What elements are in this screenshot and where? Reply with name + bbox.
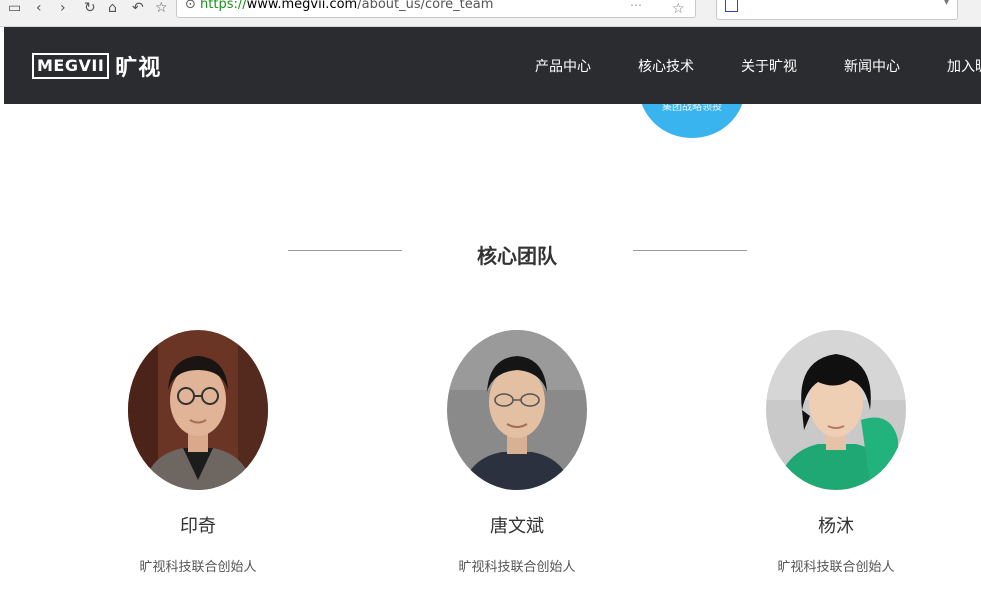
member-name: 杨沐 xyxy=(818,516,854,537)
avatar xyxy=(128,330,268,490)
member-role: 旷视科技联合创始人 xyxy=(458,560,576,575)
site-info-icon: ⊙ xyxy=(185,0,201,12)
avatar xyxy=(447,330,587,490)
main-nav: 产品中心 核心技术 关于旷视 新闻中心 加入旷视 xyxy=(488,27,981,104)
window-icon: ▭ xyxy=(8,0,22,16)
menu-dots-icon[interactable]: ⋯ xyxy=(630,0,642,12)
search-box[interactable]: ▾ xyxy=(716,0,958,20)
logo-latin: MEGVII xyxy=(32,53,110,79)
member-name: 印奇 xyxy=(180,516,216,537)
member-role: 旷视科技联合创始人 xyxy=(777,560,895,575)
title-divider-right xyxy=(633,250,747,251)
address-bar[interactable]: ⊙ https://www.megvii.com/about_us/core_t… xyxy=(176,0,696,18)
section-title: 核心团队 xyxy=(477,244,557,268)
nav-products[interactable]: 产品中心 xyxy=(535,56,591,76)
bookmark-star-icon[interactable]: ☆ xyxy=(155,1,168,15)
site-header: MEGVII 旷视 产品中心 核心技术 关于旷视 新闻中心 加入旷视 xyxy=(4,27,981,104)
member-role: 旷视科技联合创始人 xyxy=(139,560,257,575)
forward-icon[interactable]: › xyxy=(60,1,66,15)
chevron-down-icon[interactable]: ▾ xyxy=(944,0,949,8)
back-icon[interactable]: ‹ xyxy=(36,1,42,15)
document-icon xyxy=(725,0,738,12)
browser-toolbar: ▭ ‹ › ↻ ⌂ ↶ ☆ ⊙ https://www.megvii.com/a… xyxy=(0,0,981,27)
nav-news[interactable]: 新闻中心 xyxy=(844,56,900,76)
home-icon[interactable]: ⌂ xyxy=(108,1,117,15)
favorite-star-icon[interactable]: ☆ xyxy=(672,1,685,17)
logo-chinese: 旷视 xyxy=(115,56,162,81)
nav-join[interactable]: 加入旷视 xyxy=(947,56,981,76)
url-scheme: https:// xyxy=(200,0,247,12)
reload-icon[interactable]: ↻ xyxy=(84,1,96,15)
undo-icon[interactable]: ↶ xyxy=(132,1,144,15)
member-name: 唐文斌 xyxy=(490,516,544,537)
nav-about[interactable]: 关于旷视 xyxy=(741,56,797,76)
url-path: /about_us/core_team xyxy=(357,0,494,12)
avatar xyxy=(766,330,906,490)
url-host: www.megvii.com xyxy=(246,0,358,12)
megvii-logo[interactable]: MEGVII 旷视 xyxy=(32,51,161,81)
nav-core-tech[interactable]: 核心技术 xyxy=(638,56,694,76)
